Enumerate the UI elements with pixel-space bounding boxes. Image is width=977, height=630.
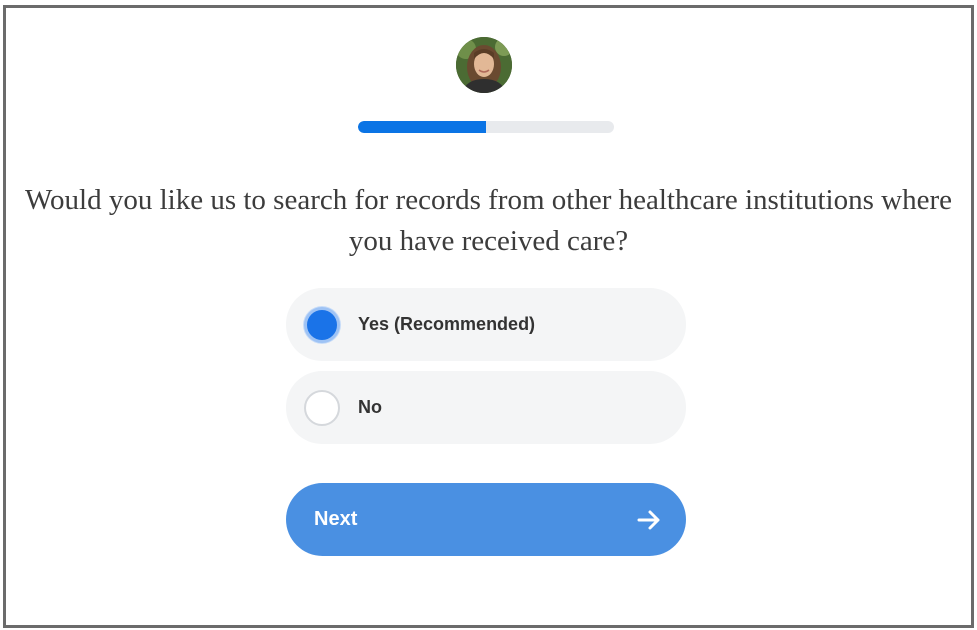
option-label-no: No	[358, 397, 382, 417]
avatar-photo-icon	[456, 37, 512, 93]
user-avatar	[456, 37, 512, 93]
radio-unselected-icon[interactable]	[304, 390, 340, 426]
next-button[interactable]: Next	[286, 483, 686, 556]
progress-bar-fill	[358, 121, 486, 133]
next-button-label: Next	[314, 508, 358, 530]
option-yes[interactable]: Yes (Recommended)	[286, 288, 686, 361]
option-label-yes: Yes (Recommended)	[358, 314, 536, 334]
page-frame: Would you like us to search for records …	[3, 5, 974, 628]
radio-selected-icon[interactable]	[304, 307, 340, 343]
option-no[interactable]: No	[286, 371, 686, 444]
arrow-right-icon	[637, 510, 660, 530]
progress-bar	[358, 121, 614, 133]
question-text: Would you like us to search for records …	[25, 184, 952, 257]
